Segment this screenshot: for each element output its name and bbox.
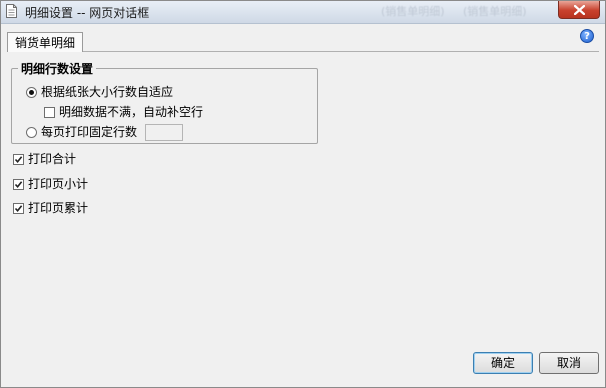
print-total-checkbox[interactable] — [13, 154, 24, 165]
window-title: 明细设置 -- 网页对话框 — [25, 6, 150, 20]
checkmark-icon — [14, 156, 23, 164]
help-icon[interactable]: ? — [580, 29, 594, 43]
auto-fit-radio[interactable] — [26, 87, 37, 98]
dialog-content: 销货单明细 ? 明细行数设置 根据纸张大小行数自适应 明细数据不满，自动补空行 … — [1, 24, 605, 387]
row-count-groupbox: 明细行数设置 根据纸张大小行数自适应 明细数据不满，自动补空行 每页打印固定行数 — [11, 60, 318, 144]
tab-divider — [83, 51, 599, 52]
fixed-rows-radio[interactable] — [26, 127, 37, 138]
print-page-cumulative-label[interactable]: 打印页累计 — [28, 201, 88, 215]
background-ghost-text: (销售单明细) — [463, 5, 527, 18]
document-icon — [6, 4, 17, 18]
title-bar[interactable]: 明细设置 -- 网页对话框 (销售单明细) (销售单明细) — [1, 1, 605, 24]
group-title: 明细行数设置 — [18, 60, 97, 77]
dialog-window: 明细设置 -- 网页对话框 (销售单明细) (销售单明细) 销货单明细 ? 明细… — [0, 0, 606, 388]
tab-sales-detail[interactable]: 销货单明细 — [7, 32, 84, 52]
ok-button[interactable]: 确定 — [473, 352, 533, 374]
checkmark-icon — [14, 181, 23, 189]
fixed-rows-input[interactable] — [145, 124, 183, 141]
print-page-cumulative-checkbox[interactable] — [13, 203, 24, 214]
close-button[interactable] — [558, 1, 600, 19]
fill-empty-checkbox[interactable] — [44, 107, 55, 118]
fixed-rows-label[interactable]: 每页打印固定行数 — [41, 125, 137, 139]
fill-empty-label[interactable]: 明细数据不满，自动补空行 — [59, 105, 203, 119]
cancel-button[interactable]: 取消 — [539, 352, 599, 374]
close-icon — [574, 5, 585, 15]
print-page-subtotal-label[interactable]: 打印页小计 — [28, 177, 88, 191]
background-ghost-text: (销售单明细) — [381, 5, 445, 18]
print-page-subtotal-checkbox[interactable] — [13, 179, 24, 190]
checkmark-icon — [14, 205, 23, 213]
auto-fit-label[interactable]: 根据纸张大小行数自适应 — [41, 85, 173, 99]
print-total-label[interactable]: 打印合计 — [28, 152, 76, 166]
